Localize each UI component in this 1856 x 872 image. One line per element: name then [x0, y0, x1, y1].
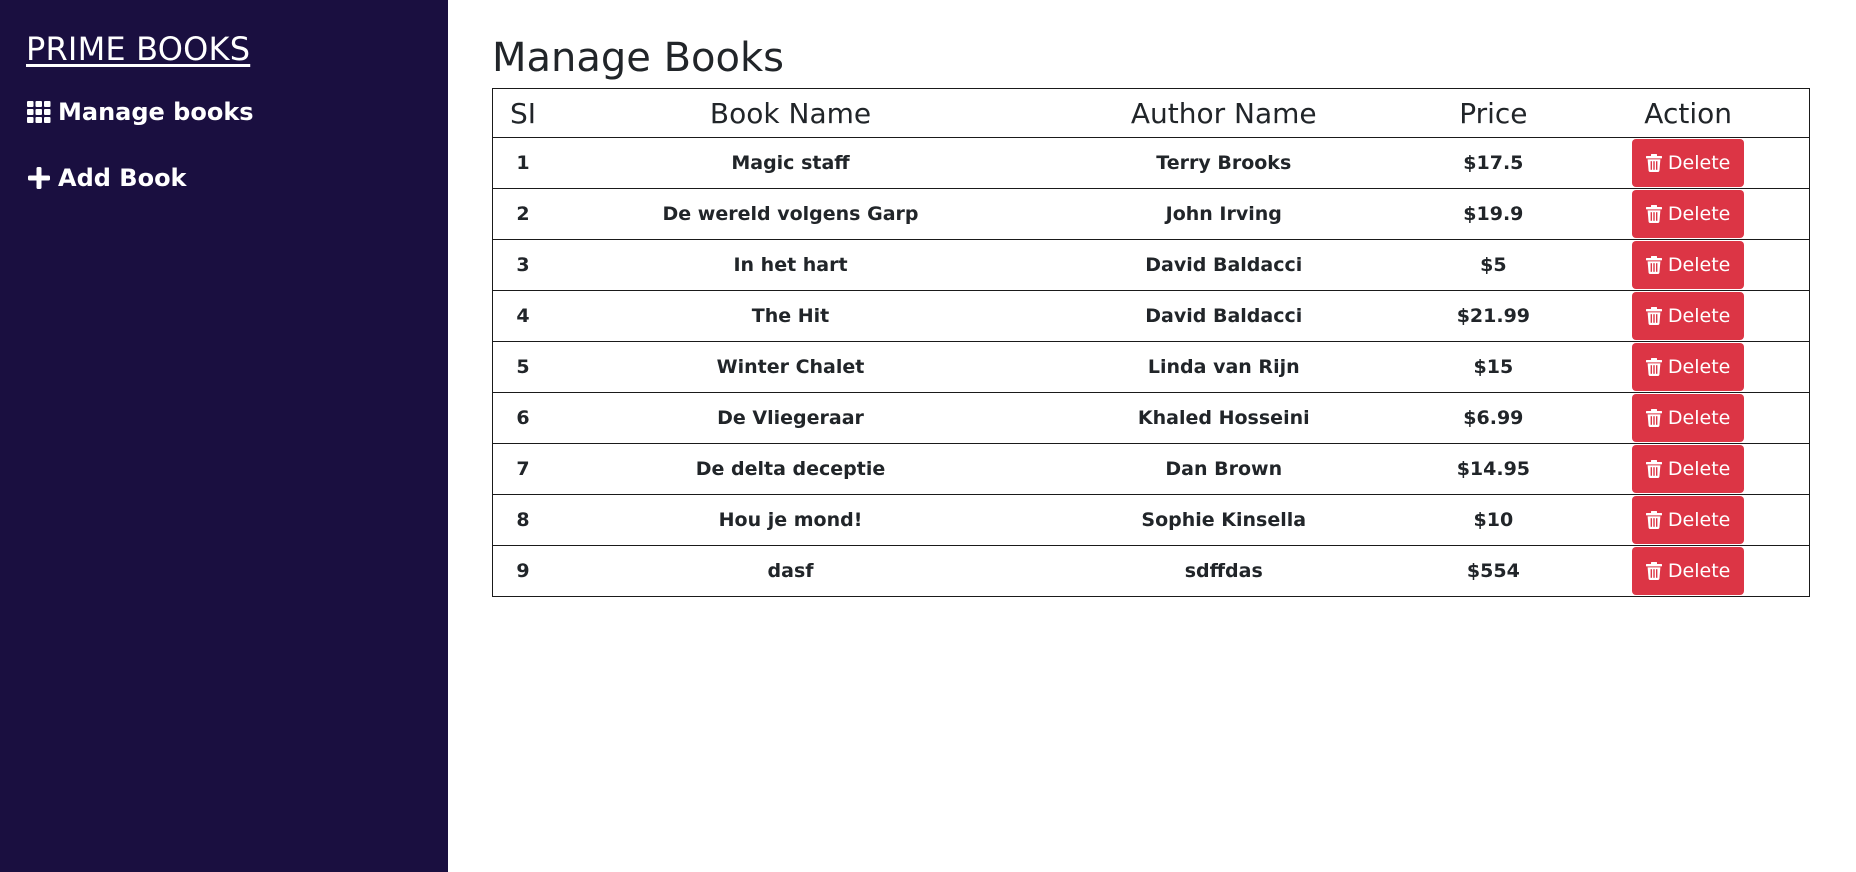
sidebar-item-add-book[interactable]: Add Book [26, 164, 448, 192]
delete-button[interactable]: Delete [1632, 139, 1745, 187]
delete-button-label: Delete [1667, 203, 1731, 225]
table-header-row: SI Book Name Author Name Price Action [492, 88, 1810, 138]
cell-price: $21.99 [1419, 290, 1568, 342]
column-header-action: Action [1567, 88, 1810, 138]
trash-icon [1645, 358, 1662, 376]
delete-button[interactable]: Delete [1632, 547, 1745, 595]
delete-button-label: Delete [1667, 509, 1731, 531]
cell-author-name: John Irving [1028, 188, 1420, 240]
cell-si: 1 [492, 137, 553, 189]
cell-book-name: The Hit [552, 290, 1029, 342]
cell-action: Delete [1567, 188, 1810, 240]
cell-author-name: Dan Brown [1028, 443, 1420, 495]
cell-price: $17.5 [1419, 137, 1568, 189]
app: PRIME BOOKS Manage books Add Book Manage… [0, 0, 1856, 872]
delete-button[interactable]: Delete [1632, 190, 1745, 238]
sidebar-item-label: Manage books [58, 98, 254, 126]
trash-icon [1645, 205, 1662, 223]
grid-icon [26, 99, 52, 125]
column-header-si: SI [492, 88, 553, 138]
cell-author-name: sdffdas [1184, 560, 1263, 582]
table-row: 5 Winter Chalet Linda van Rijn $15 Delet… [492, 341, 1810, 393]
cell-action: Delete [1567, 290, 1810, 342]
delete-button-label: Delete [1667, 152, 1731, 174]
cell-price: $6.99 [1419, 392, 1568, 444]
cell-si: 4 [492, 290, 553, 342]
cell-book-name: Hou je mond! [552, 494, 1029, 546]
delete-button[interactable]: Delete [1632, 445, 1745, 493]
delete-button[interactable]: Delete [1632, 394, 1745, 442]
cell-author-name: David Baldacci [1028, 290, 1420, 342]
table-row: 2 De wereld volgens Garp John Irving $19… [492, 188, 1810, 240]
column-header-book-name: Book Name [552, 88, 1029, 138]
cell-action: Delete [1567, 494, 1810, 546]
delete-button-label: Delete [1667, 356, 1731, 378]
delete-button-label: Delete [1667, 560, 1731, 582]
sidebar-item-label: Add Book [58, 164, 187, 192]
cell-si: 5 [492, 341, 553, 393]
trash-icon [1645, 562, 1662, 580]
cell-author-name: Terry Brooks [1028, 137, 1420, 189]
cell-si: 9 [516, 560, 530, 582]
table-row: 7 De delta deceptie Dan Brown $14.95 Del… [492, 443, 1810, 495]
trash-icon [1645, 256, 1662, 274]
cell-book-name: De delta deceptie [552, 443, 1029, 495]
cell-book-name: dasf [767, 560, 814, 582]
cell-author-name: Linda van Rijn [1028, 341, 1420, 393]
table-row: 6 De Vliegeraar Khaled Hosseini $6.99 De… [492, 392, 1810, 444]
delete-button[interactable]: Delete [1632, 496, 1745, 544]
cell-price: $15 [1419, 341, 1568, 393]
delete-button[interactable]: Delete [1632, 343, 1745, 391]
page-title: Manage Books [492, 35, 784, 81]
cell-book-name: De Vliegeraar [552, 392, 1029, 444]
column-header-price: Price [1419, 88, 1568, 138]
cell-si: 3 [492, 239, 553, 291]
table-row: 9 dasf sdffdas $554 Delete [493, 546, 1810, 597]
cell-action: Delete [1567, 239, 1810, 291]
delete-button-label: Delete [1667, 407, 1731, 429]
cell-si: 7 [492, 443, 553, 495]
delete-button-label: Delete [1667, 254, 1731, 276]
delete-button[interactable]: Delete [1632, 241, 1745, 289]
sidebar: PRIME BOOKS Manage books Add Book [0, 0, 448, 872]
table-row: 4 The Hit David Baldacci $21.99 Delete [492, 290, 1810, 342]
cell-action: Delete [1567, 341, 1810, 393]
delete-button-label: Delete [1667, 305, 1731, 327]
cell-author-name: David Baldacci [1028, 239, 1420, 291]
delete-button[interactable]: Delete [1632, 292, 1745, 340]
column-header-author-name: Author Name [1028, 88, 1420, 138]
cell-price: $554 [1466, 560, 1520, 582]
cell-price: $14.95 [1419, 443, 1568, 495]
cell-action: Delete [1567, 546, 1809, 597]
table-row: 3 In het hart David Baldacci $5 Delete [492, 239, 1810, 291]
trash-icon [1645, 511, 1662, 529]
trash-icon [1645, 154, 1662, 172]
main-content: Manage Books SI Book Name Author Name Pr… [448, 0, 1856, 872]
cell-price: $19.9 [1419, 188, 1568, 240]
cell-si: 2 [492, 188, 553, 240]
sidebar-item-manage-books[interactable]: Manage books [26, 98, 448, 126]
cell-action: Delete [1567, 392, 1810, 444]
cell-author-name: Khaled Hosseini [1028, 392, 1420, 444]
cell-si: 6 [492, 392, 553, 444]
trash-icon [1645, 460, 1662, 478]
cell-book-name: Magic staff [552, 137, 1029, 189]
cell-book-name: De wereld volgens Garp [552, 188, 1029, 240]
delete-button-label: Delete [1667, 458, 1731, 480]
cell-price: $5 [1419, 239, 1568, 291]
cell-action: Delete [1567, 137, 1810, 189]
table-row: 1 Magic staff Terry Brooks $17.5 Delete [492, 137, 1810, 189]
brand-link[interactable]: PRIME BOOKS [26, 30, 250, 68]
cell-author-name: Sophie Kinsella [1028, 494, 1420, 546]
cell-action: Delete [1567, 443, 1810, 495]
cell-price: $10 [1419, 494, 1568, 546]
trash-icon [1645, 307, 1662, 325]
cell-book-name: Winter Chalet [552, 341, 1029, 393]
cell-book-name: In het hart [552, 239, 1029, 291]
cell-si: 8 [492, 494, 553, 546]
books-table: SI Book Name Author Name Price Action 1 … [492, 88, 1810, 597]
plus-icon [26, 165, 52, 191]
table-row: 8 Hou je mond! Sophie Kinsella $10 Delet… [492, 494, 1810, 546]
trash-icon [1645, 409, 1662, 427]
